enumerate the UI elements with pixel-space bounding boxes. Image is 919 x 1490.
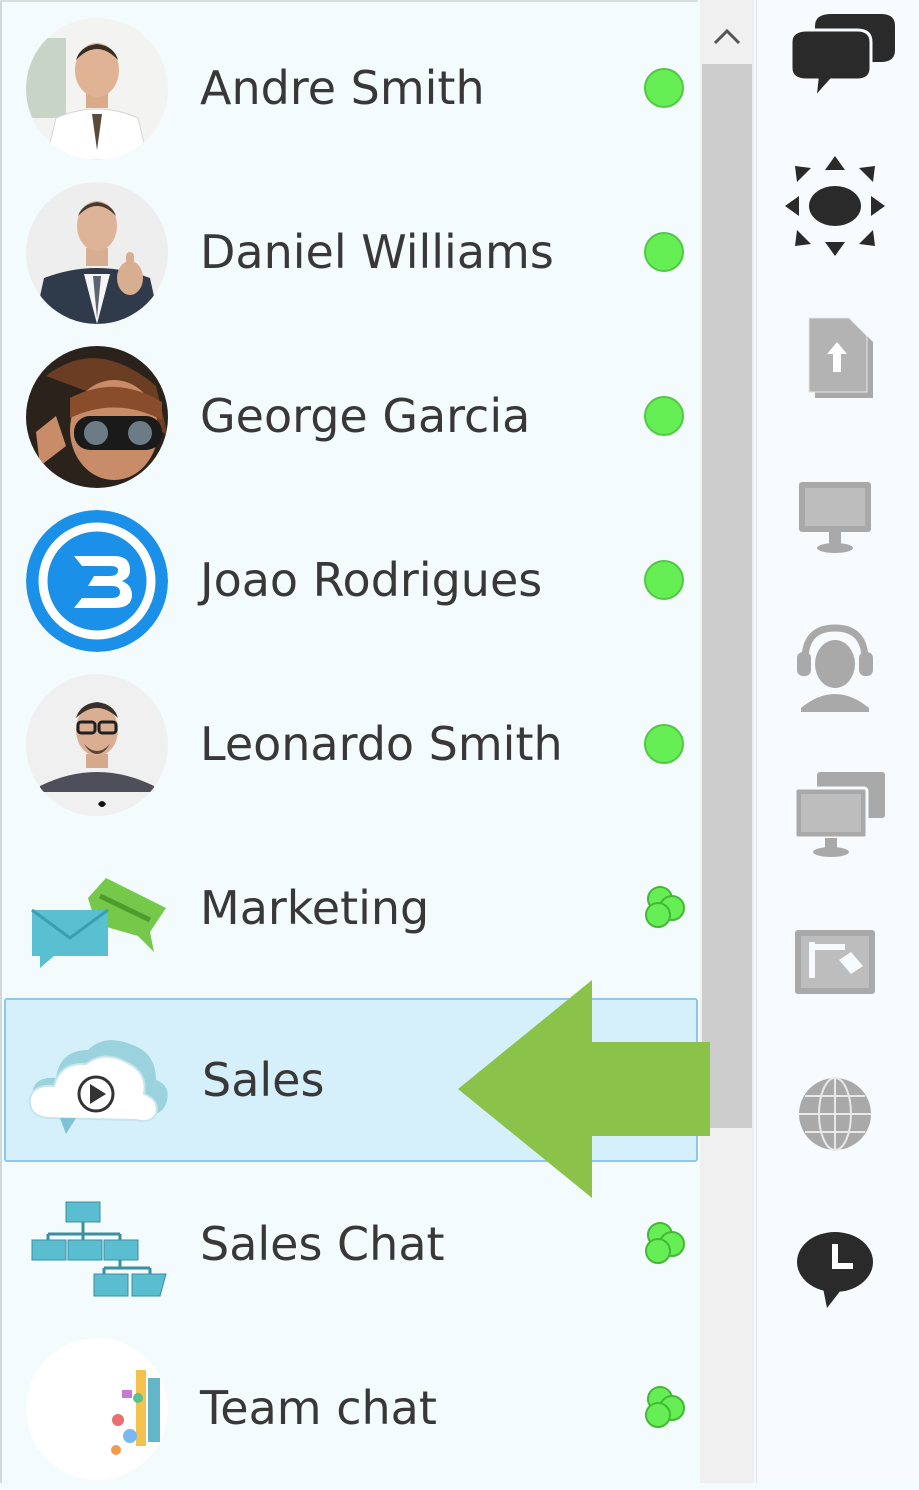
avatar [26,674,168,816]
online-dot-icon [640,720,688,768]
group-dots-icon [640,1384,688,1432]
contact-name: Marketing [200,881,430,935]
contact-row-team-chat[interactable]: Team chat [4,1326,698,1490]
online-dot-icon [640,556,688,604]
whiteboard-icon[interactable] [771,910,899,1020]
cloud-play-icon [26,1010,168,1152]
online-dot-icon [640,392,688,440]
org-chart-icon [26,1174,168,1316]
contact-row-daniel-williams[interactable]: Daniel Williams [4,170,698,334]
avatar [26,510,168,652]
contact-row-andre-smith[interactable]: Andre Smith [4,6,698,170]
avatar [26,182,168,324]
screen-share-icon[interactable] [771,762,899,872]
pointer-arrow-icon [458,980,710,1198]
contact-row-joao-rodrigues[interactable]: Joao Rodrigues [4,498,698,662]
contact-name: Daniel Williams [200,225,554,279]
contact-name: Sales [202,1053,325,1107]
group-dots-icon [640,884,688,932]
expand-chat-icon[interactable] [771,150,899,260]
group-dots-icon [640,1220,688,1268]
globe-icon[interactable] [771,1058,899,1168]
chevron-up-icon [713,28,741,45]
scroll-up-button[interactable] [700,0,754,64]
contact-name: Andre Smith [200,61,485,115]
contact-name: Joao Rodrigues [200,553,543,607]
headset-agent-icon[interactable] [771,612,899,722]
file-upload-icon[interactable] [771,304,899,414]
envelope-chat-icon [26,838,168,980]
scroll-thumb[interactable] [702,64,752,1128]
clock-chat-icon[interactable] [771,1210,899,1320]
chat-bubbles-icon[interactable] [771,6,899,116]
contact-name: Team chat [200,1381,437,1435]
contact-name: Sales Chat [200,1217,445,1271]
online-dot-icon [640,64,688,112]
avatar [26,346,168,488]
contact-list: Andre Smith Daniel Williams George Garci… [0,0,698,1483]
contact-row-marketing[interactable]: Marketing [4,826,698,990]
vertical-scrollbar[interactable] [700,0,754,1483]
avatar [26,18,168,160]
contact-name: George Garcia [200,389,531,443]
contact-row-leonardo-smith[interactable]: Leonardo Smith [4,662,698,826]
online-dot-icon [640,228,688,276]
side-toolbar [756,0,919,1483]
monitor-icon[interactable] [771,460,899,570]
team-illustration-icon [26,1338,168,1480]
contact-row-george-garcia[interactable]: George Garcia [4,334,698,498]
contact-name: Leonardo Smith [200,717,563,771]
